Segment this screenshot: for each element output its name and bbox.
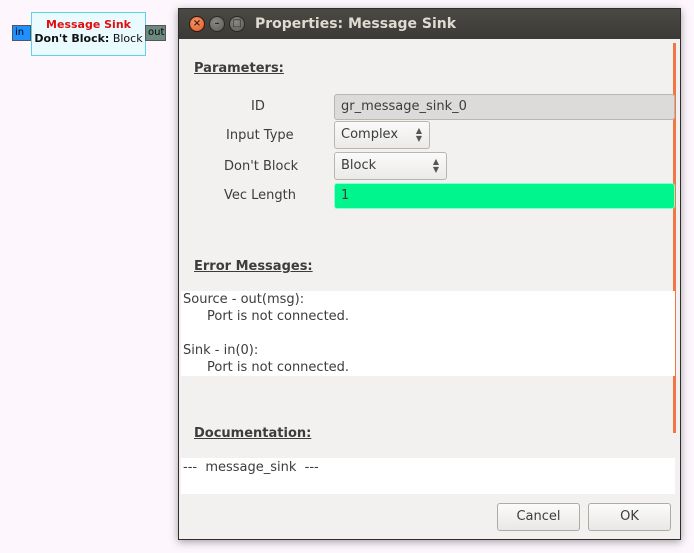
dialog-titlebar[interactable]: × – □ Properties: Message Sink <box>179 9 680 39</box>
message-sink-block[interactable]: Message Sink Don't Block: Block <box>31 12 146 56</box>
chevron-updown-icon: ▲ ▼ <box>415 126 422 143</box>
block-param-value: Block <box>112 32 143 45</box>
documentation-heading: Documentation: <box>194 426 312 441</box>
dont-block-label: Don't Block <box>224 159 299 174</box>
error-message: Port is not connected. <box>207 309 350 324</box>
vec-length-field[interactable]: 1 <box>334 183 675 209</box>
documentation-panel: --- message_sink --- <box>181 458 675 494</box>
id-field[interactable]: gr_message_sink_0 <box>334 94 675 120</box>
chevron-updown-icon: ▲ ▼ <box>432 157 439 174</box>
errors-heading: Error Messages: <box>194 259 313 274</box>
id-label: ID <box>251 99 265 114</box>
cancel-button[interactable]: Cancel <box>497 503 580 531</box>
error-messages-panel: Source - out(msg): Port is not connected… <box>181 291 675 376</box>
documentation-text: --- message_sink --- <box>183 460 319 475</box>
vec-length-label: Vec Length <box>224 188 297 203</box>
ok-button[interactable]: OK <box>588 503 671 531</box>
block-input-port[interactable]: in <box>12 25 31 41</box>
error-source: Sink - in(0): <box>183 343 259 358</box>
dont-block-select[interactable]: Block ▲ ▼ <box>334 152 447 180</box>
close-icon[interactable]: × <box>189 16 205 32</box>
input-type-value: Complex <box>341 127 399 142</box>
parameters-heading: Parameters: <box>194 61 284 76</box>
block-param-label: Don't Block: <box>34 32 110 45</box>
block-output-port[interactable]: out <box>145 25 166 41</box>
input-type-label: Input Type <box>226 128 294 143</box>
maximize-icon[interactable]: □ <box>229 16 245 32</box>
error-source: Source - out(msg): <box>183 292 305 307</box>
input-type-select[interactable]: Complex ▲ ▼ <box>334 121 430 149</box>
dialog-content[interactable]: Parameters: ID gr_message_sink_0 Input T… <box>180 39 679 494</box>
properties-dialog: × – □ Properties: Message Sink Parameter… <box>178 8 681 540</box>
error-message: Port is not connected. <box>207 360 350 375</box>
block-title: Message Sink <box>46 18 131 31</box>
block-param: Don't Block: Block <box>32 32 145 46</box>
minimize-icon[interactable]: – <box>209 16 225 32</box>
dialog-title: Properties: Message Sink <box>255 16 457 32</box>
dont-block-value: Block <box>341 158 377 173</box>
